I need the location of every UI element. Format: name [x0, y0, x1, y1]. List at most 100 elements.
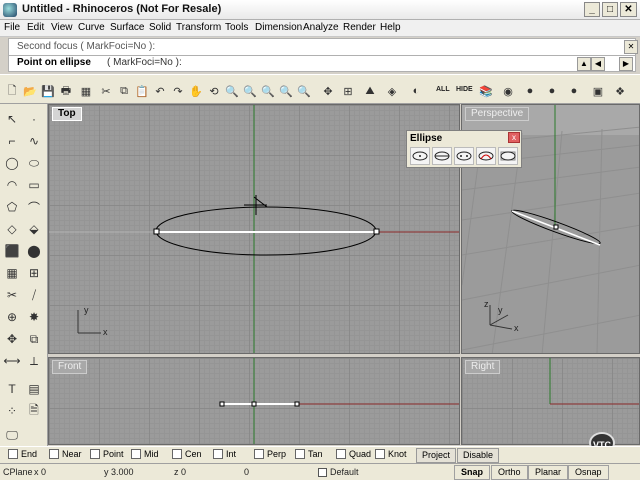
- zoom-window-icon[interactable]: 🔍: [242, 83, 258, 99]
- environment-sphere-icon[interactable]: ●: [566, 83, 582, 99]
- color-wheel-icon[interactable]: ◉: [500, 83, 516, 99]
- status-ortho-button[interactable]: Ortho: [491, 465, 528, 480]
- menu-tools[interactable]: Tools: [225, 22, 248, 33]
- document-icon[interactable]: 🗎: [25, 402, 43, 420]
- status-snap-button[interactable]: Snap: [454, 465, 491, 480]
- status-layer[interactable]: Default: [330, 467, 359, 477]
- osnap-near[interactable]: Near: [49, 449, 82, 459]
- osnap-mid-checkbox[interactable]: [131, 449, 141, 459]
- osnap-disable-button[interactable]: Disable: [457, 448, 500, 463]
- grid-snap-icon[interactable]: ⁘: [3, 402, 21, 420]
- trim-icon[interactable]: ✂: [3, 286, 21, 304]
- viewport-title-top[interactable]: Top: [52, 107, 82, 121]
- box-icon[interactable]: ⬛: [3, 242, 21, 260]
- osnap-knot-checkbox[interactable]: [375, 449, 385, 459]
- ellipse-center-tool[interactable]: [410, 147, 430, 165]
- osnap-int[interactable]: Int: [213, 449, 236, 459]
- command-history[interactable]: Second focus ( MarkFoci=No ):: [8, 38, 636, 56]
- show-all-label[interactable]: ALL: [436, 86, 450, 93]
- viewport-title-front[interactable]: Front: [52, 360, 88, 374]
- osnap-quad-checkbox[interactable]: [336, 449, 346, 459]
- osnap-cen-checkbox[interactable]: [172, 449, 182, 459]
- command-prompt[interactable]: Point on ellipse ( MarkFoci=No ): ▲ ◀ ▶: [8, 55, 636, 72]
- osnap-perp-checkbox[interactable]: [254, 449, 264, 459]
- redo-icon[interactable]: ↷: [170, 83, 186, 99]
- osnap-cen[interactable]: Cen: [172, 449, 202, 459]
- mesh-icon[interactable]: ▦: [3, 264, 21, 282]
- command-up-icon[interactable]: ▲: [577, 57, 591, 71]
- polyline-icon[interactable]: ⌐: [3, 132, 21, 150]
- layers-icon[interactable]: ◐: [408, 83, 424, 99]
- arc-icon[interactable]: ◠: [3, 176, 21, 194]
- osnap-int-checkbox[interactable]: [213, 449, 223, 459]
- ellipse-diameter-tool[interactable]: [432, 147, 452, 165]
- join-icon[interactable]: ⊕: [3, 308, 21, 326]
- osnap-near-checkbox[interactable]: [49, 449, 59, 459]
- pan-hand-icon[interactable]: ✋: [188, 83, 204, 99]
- zoom-extents-icon[interactable]: 🔍: [260, 83, 276, 99]
- menu-solid[interactable]: Solid: [149, 22, 171, 33]
- ellipse-corner-tool[interactable]: [498, 147, 518, 165]
- osnap-tan-checkbox[interactable]: [295, 449, 305, 459]
- material-sphere-icon[interactable]: ●: [544, 83, 560, 99]
- undo-icon[interactable]: ↶: [152, 83, 168, 99]
- curve-icon[interactable]: ∿: [25, 132, 43, 150]
- polygon-icon[interactable]: ⬠: [3, 198, 21, 216]
- osnap-mid[interactable]: Mid: [131, 449, 159, 459]
- minimize-button[interactable]: _: [584, 2, 600, 17]
- circle-icon[interactable]: ◯: [3, 154, 21, 172]
- point-icon[interactable]: ·: [25, 110, 43, 128]
- render-sphere-icon[interactable]: ●: [522, 83, 538, 99]
- close-button[interactable]: ✕: [620, 2, 637, 17]
- osnap-end-checkbox[interactable]: [8, 449, 18, 459]
- command-close-icon[interactable]: ✕: [624, 40, 638, 54]
- ellipse-palette-close-button[interactable]: x: [508, 132, 520, 143]
- render-icon[interactable]: ▣: [590, 83, 606, 99]
- osnap-end[interactable]: End: [8, 449, 37, 459]
- command-left-icon[interactable]: ◀: [591, 57, 605, 71]
- hatch-icon[interactable]: ▤: [25, 380, 43, 398]
- zoom-selected-icon[interactable]: 🔍: [278, 83, 294, 99]
- osnap-point-checkbox[interactable]: [90, 449, 100, 459]
- analyze-icon[interactable]: ⟂: [25, 352, 43, 370]
- menu-help[interactable]: Help: [380, 22, 401, 33]
- menu-surface[interactable]: Surface: [110, 22, 144, 33]
- hide-label[interactable]: HIDE: [456, 86, 473, 93]
- osnap-point[interactable]: Point: [90, 449, 124, 459]
- viewport-right[interactable]: Right: [461, 357, 640, 445]
- open-file-icon[interactable]: 📂: [22, 83, 38, 99]
- extrude-icon[interactable]: ⬙: [25, 220, 43, 238]
- shade-icon[interactable]: ◈: [384, 83, 400, 99]
- paste-icon[interactable]: 📋: [134, 83, 150, 99]
- ellipse-from-foci-tool[interactable]: [454, 147, 474, 165]
- menu-view[interactable]: View: [51, 22, 73, 33]
- surface-icon[interactable]: ◇: [3, 220, 21, 238]
- maximize-button[interactable]: □: [602, 2, 618, 17]
- properties-icon[interactable]: ▦: [78, 83, 94, 99]
- cut-icon[interactable]: ✂: [98, 83, 114, 99]
- undo-view-icon[interactable]: ✥: [320, 83, 336, 99]
- osnap-tan[interactable]: Tan: [295, 449, 323, 459]
- status-planar-button[interactable]: Planar: [528, 465, 569, 480]
- menu-edit[interactable]: Edit: [27, 22, 44, 33]
- menu-dimension[interactable]: Dimension: [255, 22, 302, 33]
- rectangle-icon[interactable]: ▭: [25, 176, 43, 194]
- four-view-icon[interactable]: ⊞: [340, 83, 356, 99]
- text-icon[interactable]: T: [3, 380, 21, 398]
- layer-stack-icon[interactable]: 📚: [478, 83, 494, 99]
- viewport-title-right[interactable]: Right: [465, 360, 501, 374]
- zoom-dynamic-icon[interactable]: 🔍: [224, 83, 240, 99]
- viewport-front[interactable]: Front: [48, 357, 460, 445]
- freeform-icon[interactable]: ⌒: [25, 198, 43, 216]
- explode-icon[interactable]: ✸: [25, 308, 43, 326]
- osnap-quad[interactable]: Quad: [336, 449, 371, 459]
- copy-object-icon[interactable]: ⧉: [25, 330, 43, 348]
- copy-icon[interactable]: ⧉: [116, 83, 132, 99]
- save-icon[interactable]: 💾: [40, 83, 56, 99]
- menu-render[interactable]: Render: [343, 22, 376, 33]
- status-osnap-button[interactable]: Osnap: [568, 465, 609, 480]
- command-right-icon[interactable]: ▶: [619, 57, 633, 71]
- menu-file[interactable]: File: [4, 22, 20, 33]
- cplane-icon[interactable]: ⛰: [362, 83, 378, 99]
- rotate-view-icon[interactable]: ⟲: [206, 83, 222, 99]
